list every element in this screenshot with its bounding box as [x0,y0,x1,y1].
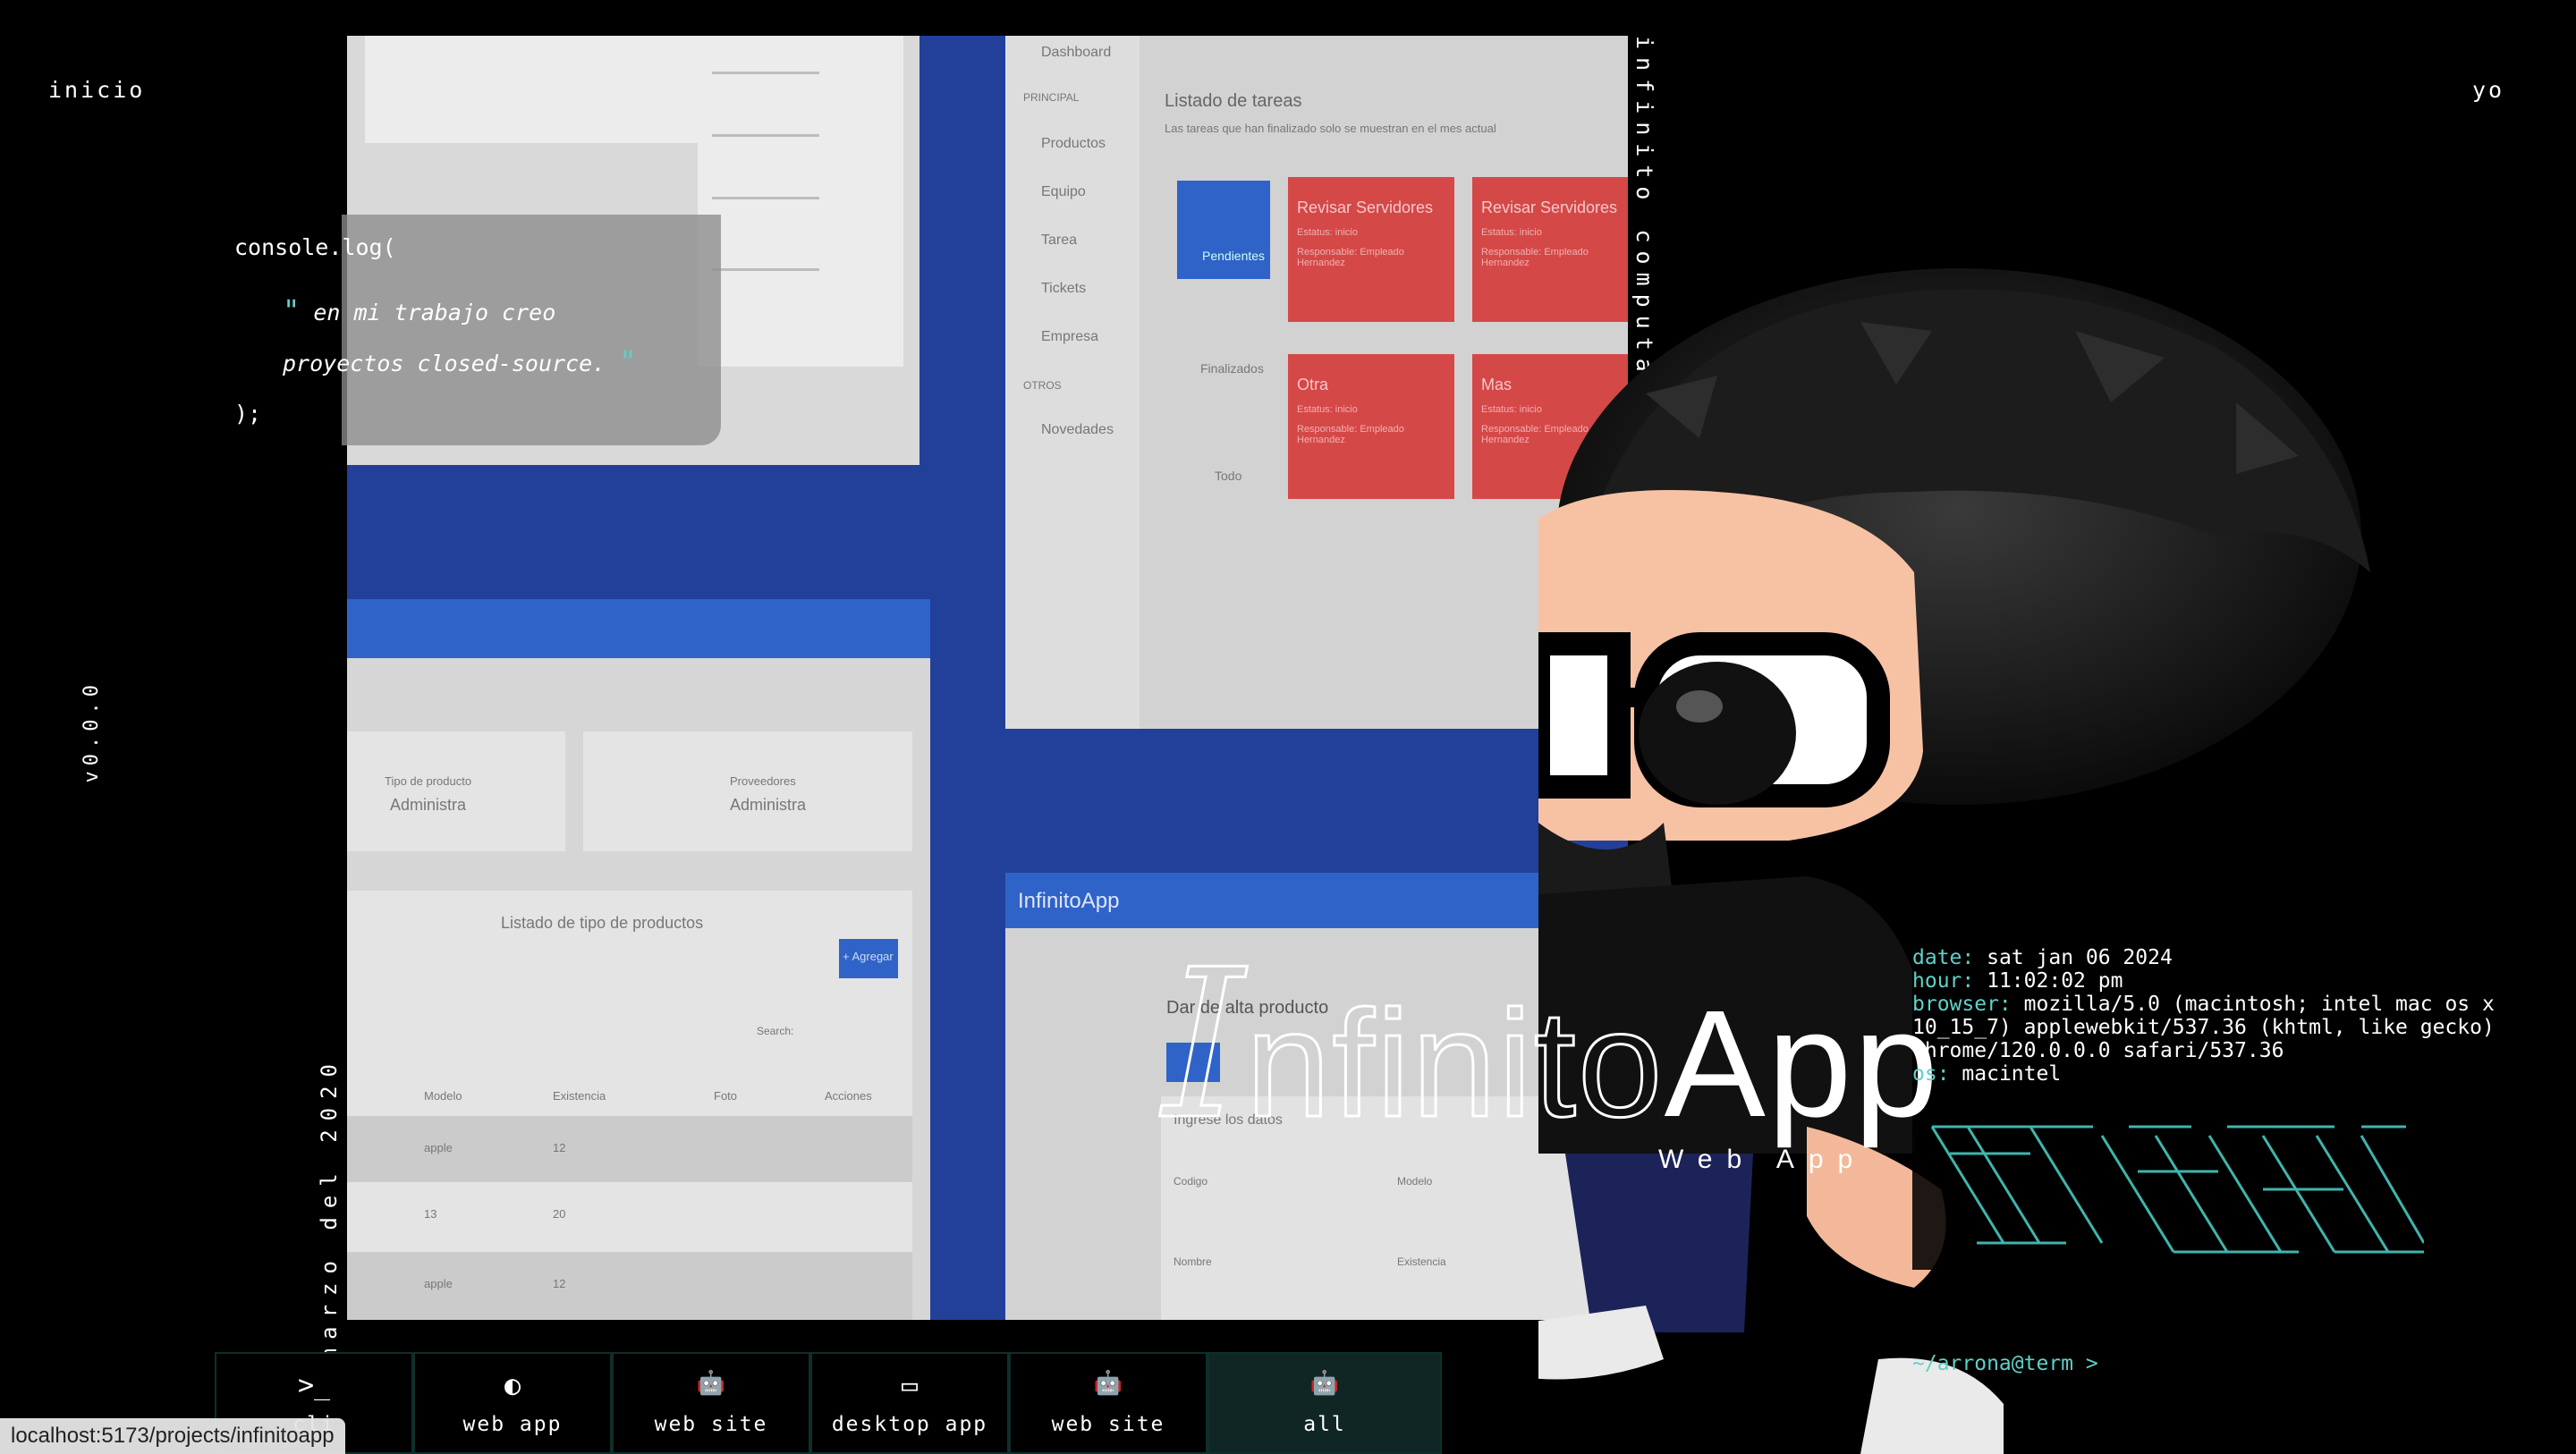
task-list-heading: Listado de tareas [1165,91,1302,111]
robot-icon: 🤖 [696,1370,726,1397]
console-quote-text: en mi trabajo creo proyectos closed-sour… [283,300,606,376]
sidebar-item: Novedades [1041,422,1114,437]
title-initial: I [1162,926,1246,1167]
console-quote: " en mi trabajo creo proyectos closed-so… [283,286,676,388]
tab-label: desktop app [831,1413,988,1436]
browser-status-url: localhost:5173/projects/infinitoapp [0,1418,345,1454]
title-bold: App [1664,979,1940,1149]
products-table-card: Listado de tipo de productos + Agregar S… [347,891,912,1320]
task-card: Otra Estatus: inicio Responsable: Emplea… [1288,354,1454,499]
terminal-prompt[interactable]: ~/arrona@term > [1912,1352,2098,1375]
status-card-todo: Todo [1215,469,1242,483]
app-name: InfinitoApp [1018,889,1120,913]
robot-icon: 🤖 [1093,1370,1123,1397]
terminal-os: macintel [1962,1062,2062,1086]
table-row: apple 12 [347,1252,912,1320]
terminal-info: date: sat jan 06 2024 hour: 11:02:02 pm … [1912,946,2495,1086]
status-card-pendientes: Pendientes [1177,181,1270,279]
terminal-icon: >_ [297,1370,331,1401]
tab-web-site-2[interactable]: 🤖 web site [1009,1352,1208,1454]
status-card-finalizados: Finalizados [1200,361,1264,376]
project-title: InfinitoApp [1162,926,1940,1167]
tab-label: web site [654,1413,768,1436]
nav-inicio-link[interactable]: inicio [48,77,145,103]
sidebar-item: OTROS [1023,379,1062,392]
task-list-subheading: Las tareas que han finalizado solo se mu… [1165,122,1496,135]
terminal-date: sat jan 06 2024 [1987,946,2173,969]
tab-label: all [1303,1413,1346,1436]
sidebar-item: Tarea [1041,232,1078,248]
screenshot-products: Tipo de producto Administra Proveedores … [347,599,930,1320]
add-product-button: + Agregar [839,939,898,978]
sidebar-item: Equipo [1041,184,1086,199]
project-type: Web App [1658,1145,1868,1174]
screenshot-task-list: Dashboard PRINCIPAL Productos Equipo Tar… [1005,36,1628,729]
console-close: ); [234,401,262,427]
title-rest: nfinito [1244,978,1665,1151]
version-label: v0.0.0 [80,680,103,783]
quote-mark-open: " [283,293,301,327]
sidebar-item: Productos [1041,136,1106,151]
tab-label: web app [462,1413,563,1436]
ascii-art-logo [1930,1125,2424,1254]
table-row: apple 12 [347,1116,912,1182]
project-filter-tabs: >_ cli ◐ web app 🤖 web site ▭ desktop ap… [215,1352,1442,1454]
tab-desktop-app[interactable]: ▭ desktop app [810,1352,1009,1454]
half-circle-icon: ◐ [504,1370,521,1401]
task-card: Revisar Servidores Estatus: inicio Respo… [1288,177,1454,322]
project-date: marzo del 2020 [317,1055,342,1362]
sidebar-item: Dashboard [1041,45,1112,60]
nav-yo-link[interactable]: yo [2472,77,2504,103]
type-card: Tipo de producto Administra [347,731,565,851]
robot-icon: 🤖 [1309,1370,1340,1397]
tab-web-site[interactable]: 🤖 web site [612,1352,810,1454]
sidebar-item: PRINCIPAL [1023,91,1080,104]
laptop-icon: ▭ [901,1370,919,1401]
console-open: console.log( [234,234,396,260]
terminal-hour: 11:02:02 pm [1987,969,2123,993]
provider-card: Proveedores Administra [583,731,912,851]
tab-all[interactable]: 🤖 all [1208,1352,1442,1454]
sidebar: Dashboard PRINCIPAL Productos Equipo Tar… [1005,36,1140,729]
tab-web-app[interactable]: ◐ web app [413,1352,612,1454]
tab-label: web site [1051,1413,1165,1436]
sidebar-item: Tickets [1041,281,1087,296]
table-row: 13 20 [424,1207,566,1221]
quote-mark-close: " [619,344,637,378]
sidebar-item: Empresa [1041,329,1099,344]
